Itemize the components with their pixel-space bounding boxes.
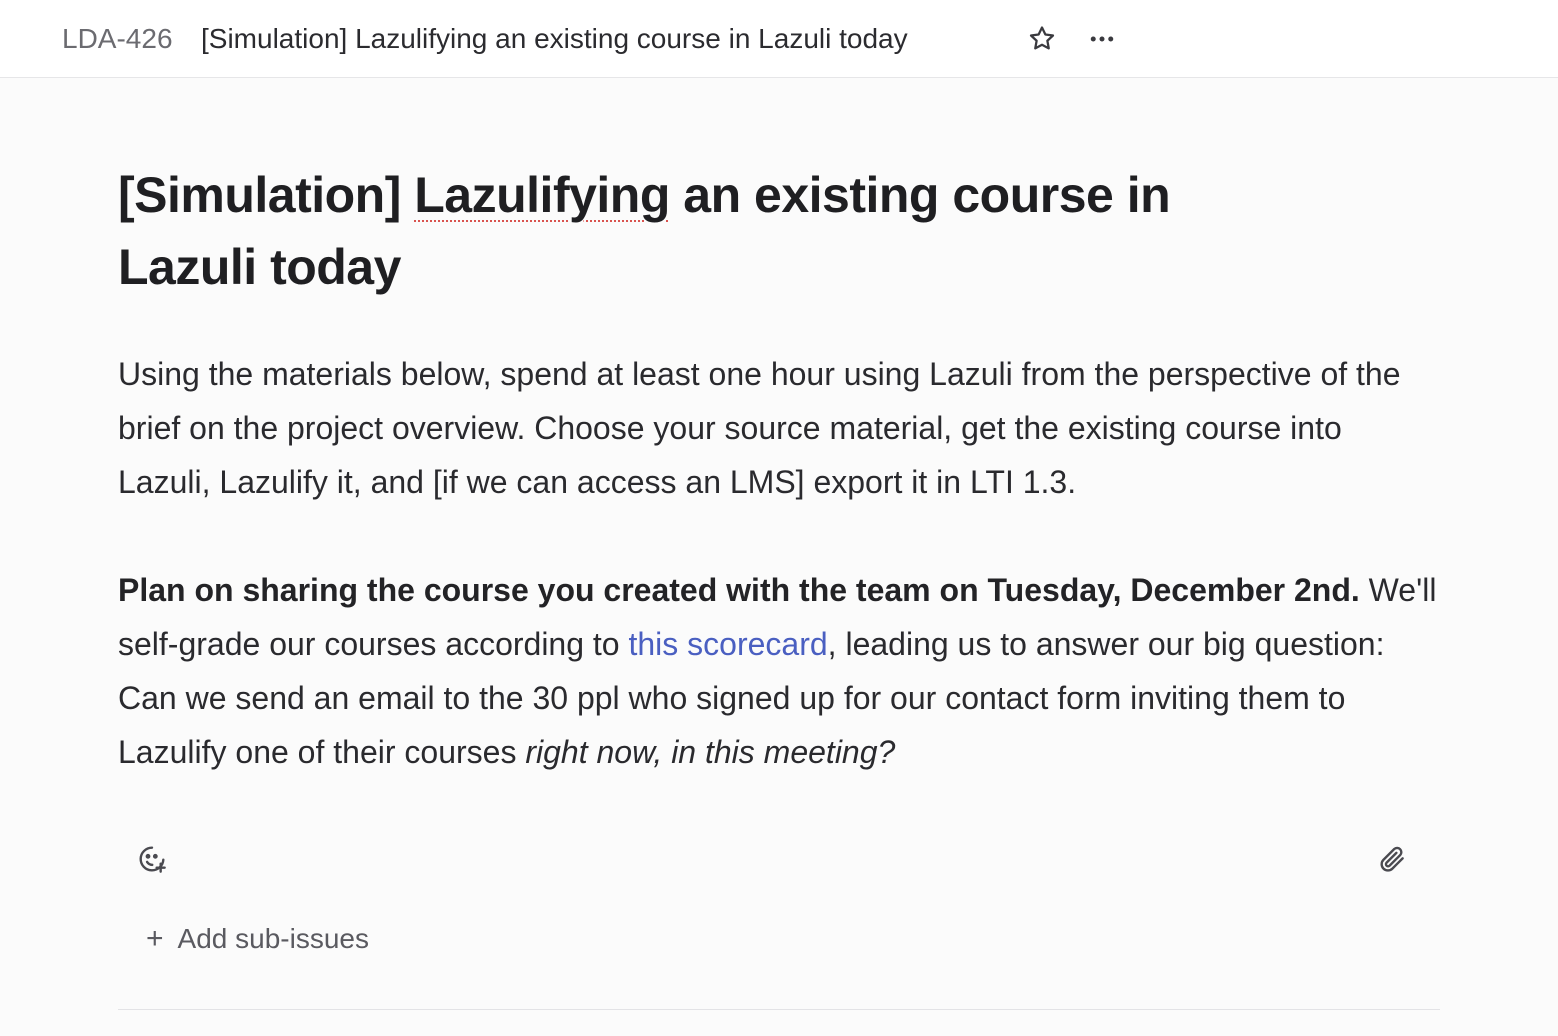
breadcrumb-issue-title[interactable]: [Simulation] Lazulifying an existing cou… bbox=[201, 22, 908, 56]
title-misspelled-word: Lazulifying bbox=[414, 167, 670, 223]
more-icon bbox=[1090, 36, 1114, 42]
add-reaction-button[interactable] bbox=[132, 839, 172, 879]
add-sub-issues-button[interactable]: + Add sub-issues bbox=[146, 917, 369, 961]
scorecard-link[interactable]: this scorecard bbox=[628, 626, 827, 662]
bold-statement: Plan on sharing the course you created w… bbox=[118, 572, 1360, 608]
top-bar: LDA-426 [Simulation] Lazulifying an exis… bbox=[0, 0, 1558, 78]
plus-icon: + bbox=[146, 922, 164, 955]
issue-title[interactable]: [Simulation] Lazulifying an existing cou… bbox=[118, 159, 1298, 303]
attach-file-button[interactable] bbox=[1372, 839, 1412, 879]
section-divider bbox=[118, 1009, 1440, 1010]
add-sub-issues-label: Add sub-issues bbox=[177, 923, 369, 954]
description-paragraph-2: Plan on sharing the course you created w… bbox=[118, 563, 1440, 779]
add-reaction-icon bbox=[139, 846, 166, 873]
issue-description[interactable]: Using the materials below, spend at leas… bbox=[118, 347, 1440, 779]
paperclip-icon bbox=[1380, 846, 1404, 872]
issue-id[interactable]: LDA-426 bbox=[62, 22, 173, 56]
favorite-button[interactable] bbox=[1022, 19, 1062, 59]
more-options-button[interactable] bbox=[1082, 19, 1122, 59]
italic-question: right now, in this meeting? bbox=[525, 734, 896, 770]
title-part-1: [Simulation] bbox=[118, 167, 415, 223]
description-paragraph-1: Using the materials below, spend at leas… bbox=[118, 356, 1401, 500]
star-icon bbox=[1029, 26, 1055, 50]
